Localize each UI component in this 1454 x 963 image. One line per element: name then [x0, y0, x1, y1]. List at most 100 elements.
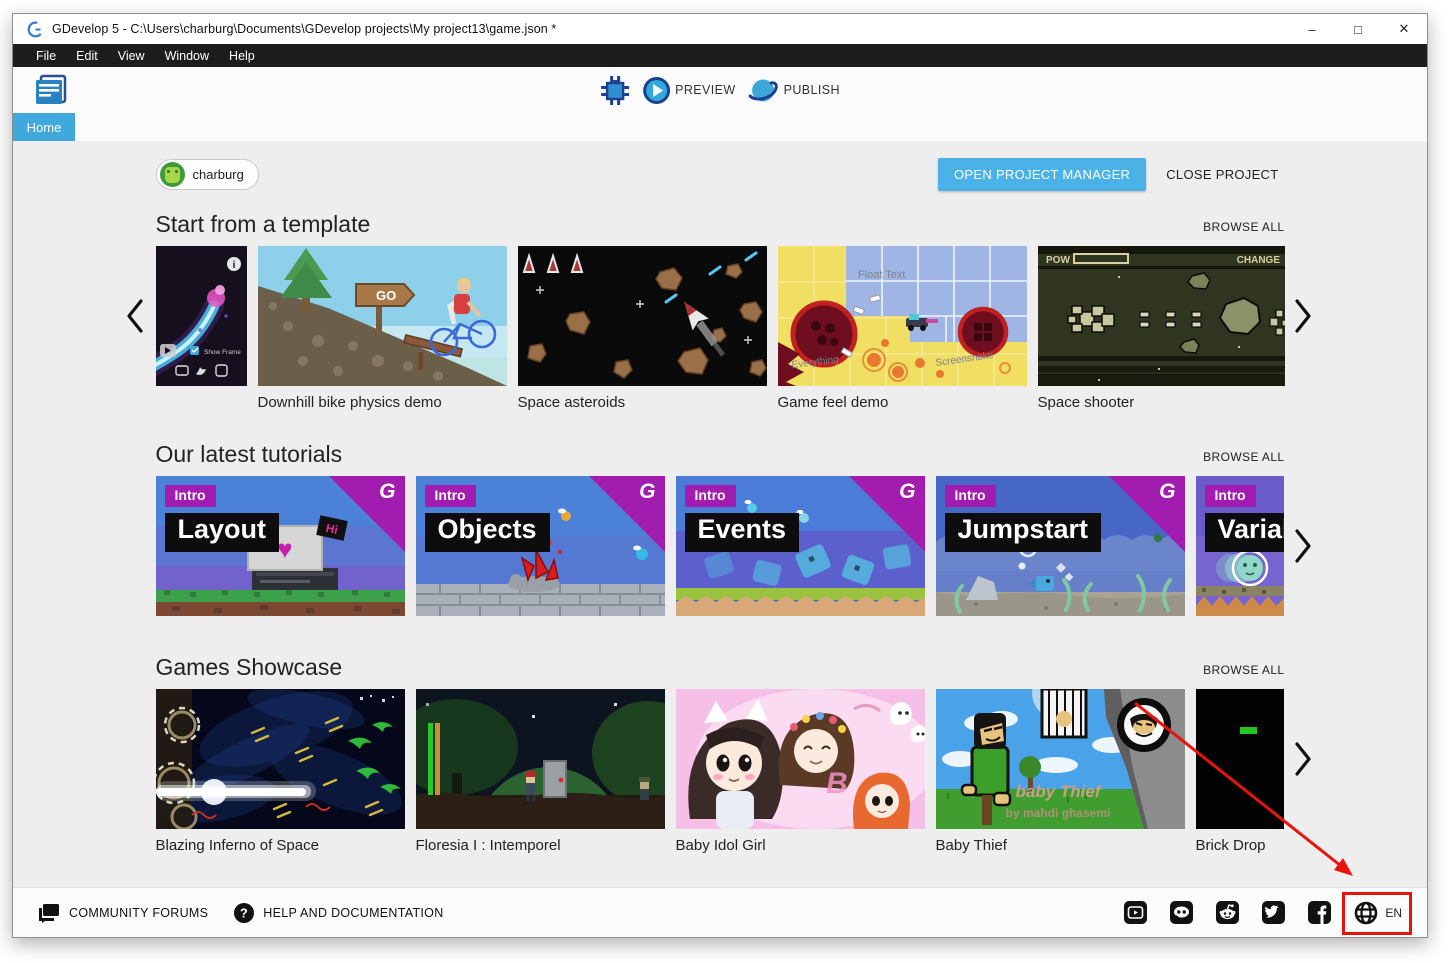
template-card[interactable]: Float Text	[778, 246, 1027, 411]
home-page: charburg OPEN PROJECT MANAGER CLOSE PROJ…	[13, 141, 1427, 887]
preview-button[interactable]: PREVIEW	[642, 76, 735, 105]
tutorial-card[interactable]: Intro Events G	[676, 476, 925, 616]
preview-play-icon	[642, 76, 671, 105]
maximize-button[interactable]: □	[1335, 14, 1381, 44]
tutorial-card[interactable]: Intro Objects G	[416, 476, 665, 616]
svg-text:i: i	[232, 260, 235, 271]
tutorial-card[interactable]: ♥ Hi Intro	[156, 476, 405, 616]
help-icon: ?	[234, 903, 254, 923]
template-card[interactable]: POW CHANGE	[1038, 246, 1285, 411]
gdevelop-logo-icon: G	[379, 480, 395, 504]
close-project-button[interactable]: CLOSE PROJECT	[1160, 158, 1284, 191]
space-asteroids-thumbnail	[518, 246, 767, 386]
help-documentation-link[interactable]: ? HELP AND DOCUMENTATION	[234, 903, 443, 923]
showcase-title: Baby Thief	[936, 837, 1185, 854]
menu-window[interactable]: Window	[156, 47, 218, 65]
tutorial-card-partial[interactable]: +1 Intro	[1196, 476, 1284, 616]
discord-icon[interactable]	[1170, 901, 1193, 924]
menu-file[interactable]: File	[27, 47, 65, 65]
facebook-icon[interactable]	[1308, 901, 1331, 924]
menu-edit[interactable]: Edit	[67, 47, 107, 65]
tab-home[interactable]: Home	[13, 113, 75, 141]
footer: COMMUNITY FORUMS ? HELP AND DOCUMENTATIO…	[13, 887, 1427, 937]
svg-text:POW: POW	[1046, 255, 1070, 266]
menu-bar: File Edit View Window Help	[13, 44, 1427, 67]
floresia-thumbnail	[416, 689, 665, 829]
project-manager-icon[interactable]	[33, 74, 69, 107]
gdevelop-app-icon	[27, 21, 44, 38]
reddit-icon[interactable]	[1216, 901, 1239, 924]
brick-drop-thumbnail	[1196, 689, 1284, 829]
language-selector[interactable]: EN	[1354, 901, 1402, 925]
carousel-next-icon[interactable]	[1294, 742, 1312, 776]
hanging-cage	[1042, 689, 1086, 737]
youtube-icon[interactable]	[1124, 901, 1147, 924]
community-forums-link[interactable]: COMMUNITY FORUMS	[38, 903, 208, 923]
thief-badge	[1117, 698, 1171, 752]
intro-badge: Intro	[165, 485, 216, 507]
showcase-title: Baby Idol Girl	[676, 837, 925, 854]
debugger-icon[interactable]	[600, 74, 630, 106]
svg-text:Float Text: Float Text	[858, 269, 906, 281]
template-title: Space asteroids	[518, 394, 767, 411]
template-card-partial[interactable]: i Show Frame	[156, 246, 247, 411]
tutorial-card[interactable]: Intro Jumpstart G	[936, 476, 1185, 616]
game-feel-demo-thumbnail: Float Text	[778, 246, 1027, 386]
downhill-bike-thumbnail: GO	[258, 246, 507, 386]
template-title: Space shooter	[1038, 394, 1285, 411]
menu-help[interactable]: Help	[220, 47, 264, 65]
publish-planet-icon	[748, 76, 780, 105]
tutorial-title: Variab	[1205, 513, 1284, 552]
svg-text:B: B	[826, 767, 848, 800]
tutorials-browse-all[interactable]: BROWSE ALL	[1203, 450, 1284, 468]
publish-button[interactable]: PUBLISH	[748, 76, 840, 105]
carousel-next-icon[interactable]	[1294, 299, 1312, 333]
close-button[interactable]: ✕	[1381, 14, 1427, 44]
title-bar: GDevelop 5 - C:\Users\charburg\Documents…	[13, 14, 1427, 44]
user-avatar	[160, 162, 185, 187]
templates-section-title: Start from a template	[156, 211, 371, 238]
template-card[interactable]: GO	[258, 246, 507, 411]
showcase-card[interactable]: Floresia I : Intemporel	[416, 689, 665, 854]
gdevelop-logo-icon: G	[1159, 480, 1175, 504]
svg-text:Show Frame: Show Frame	[204, 349, 241, 356]
showcase-card-partial[interactable]: Brick Drop	[1196, 689, 1284, 854]
template-title: Downhill bike physics demo	[258, 394, 507, 411]
character-sprite	[639, 777, 650, 800]
template-card[interactable]: Space asteroids	[518, 246, 767, 411]
tutorial-title: Objects	[425, 513, 550, 552]
main-toolbar: PREVIEW PUBLISH	[13, 67, 1427, 113]
twitter-icon[interactable]	[1262, 901, 1285, 924]
svg-text:GO: GO	[376, 288, 396, 303]
space-shooter-thumbnail: POW CHANGE	[1038, 246, 1285, 386]
minimize-button[interactable]: –	[1289, 14, 1335, 44]
showcase-title: Brick Drop	[1196, 837, 1284, 854]
svg-text:♥: ♥	[277, 534, 292, 564]
baby-idol-girl-thumbnail: B	[676, 689, 925, 829]
showcase-card[interactable]: Blazing Inferno of Space	[156, 689, 405, 854]
tutorial-title: Jumpstart	[945, 513, 1102, 552]
gdevelop-logo-icon: G	[899, 480, 915, 504]
svg-text:baby Thief: baby Thief	[1015, 782, 1102, 801]
tutorial-title: Layout	[165, 513, 280, 552]
menu-view[interactable]: View	[109, 47, 154, 65]
open-project-manager-button[interactable]: OPEN PROJECT MANAGER	[938, 158, 1146, 191]
user-chip[interactable]: charburg	[156, 159, 259, 190]
particle-demo-thumbnail: i Show Frame	[156, 246, 247, 386]
showcase-title: Floresia I : Intemporel	[416, 837, 665, 854]
showcase-card[interactable]: baby Thief by mahdi ghasemi Baby Thief	[936, 689, 1185, 854]
templates-browse-all[interactable]: BROWSE ALL	[1203, 220, 1284, 238]
window-title: GDevelop 5 - C:\Users\charburg\Documents…	[52, 22, 556, 36]
baby-thief-thumbnail: baby Thief by mahdi ghasemi	[936, 689, 1185, 829]
carousel-next-icon[interactable]	[1294, 529, 1312, 563]
showcase-browse-all[interactable]: BROWSE ALL	[1203, 663, 1284, 681]
svg-text:?: ?	[240, 905, 248, 920]
showcase-card[interactable]: B Baby Idol Girl	[676, 689, 925, 854]
svg-text:CHANGE: CHANGE	[1236, 255, 1280, 266]
username: charburg	[193, 167, 244, 182]
carousel-prev-icon[interactable]	[126, 299, 144, 333]
tutorials-section-title: Our latest tutorials	[156, 441, 343, 468]
blazing-inferno-thumbnail	[156, 689, 405, 829]
showcase-section-title: Games Showcase	[156, 654, 343, 681]
tab-bar: Home	[13, 113, 1427, 141]
